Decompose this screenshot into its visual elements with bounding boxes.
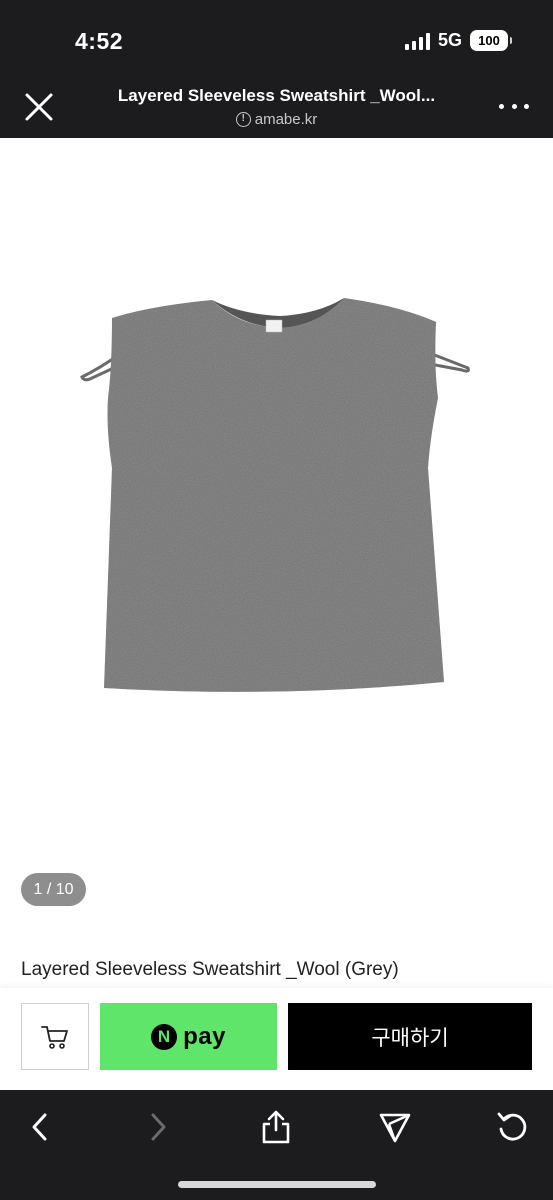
product-image[interactable]: [0, 138, 553, 928]
close-button[interactable]: [20, 88, 58, 126]
page-title: Layered Sleeveless Sweatshirt _Wool...: [117, 86, 436, 105]
home-indicator[interactable]: [178, 1181, 376, 1188]
back-button[interactable]: [20, 1107, 60, 1147]
npay-button[interactable]: N pay: [100, 1003, 277, 1070]
network-type: 5G: [437, 30, 462, 50]
cart-button[interactable]: [21, 1003, 89, 1070]
signal-icon: [404, 32, 430, 50]
product-name: Layered Sleeveless Sweatshirt _Wool (Gre…: [21, 959, 399, 980]
share-button[interactable]: [256, 1107, 296, 1147]
battery-icon: 100: [470, 30, 512, 51]
page-domain: ! amabe.kr: [85, 111, 468, 128]
top-bar: 4:52 5G 100 Layered Sleeveless Sweatshir…: [0, 0, 553, 138]
purchase-bar: N pay 구매하기: [0, 988, 553, 1090]
cart-icon: [41, 1025, 68, 1049]
more-icon: [499, 103, 504, 109]
share-icon: [262, 1110, 290, 1144]
send-button[interactable]: [375, 1107, 415, 1147]
purchase-button[interactable]: 구매하기: [288, 1003, 532, 1070]
close-icon: [25, 93, 53, 121]
forward-icon: [151, 1113, 166, 1141]
back-icon: [32, 1113, 47, 1141]
send-icon: [379, 1113, 411, 1143]
status-indicators: 5G 100: [404, 30, 512, 51]
more-button[interactable]: [499, 96, 529, 116]
refresh-icon: [497, 1112, 527, 1141]
npay-label: pay: [183, 1022, 226, 1050]
npay-logo: N: [151, 1023, 178, 1050]
domain-text: amabe.kr: [254, 111, 318, 128]
forward-button[interactable]: [138, 1107, 178, 1147]
info-icon: !: [235, 112, 251, 127]
image-counter: 1 / 10: [21, 873, 86, 906]
sweatshirt-image: [80, 298, 470, 692]
battery-level: 100: [478, 33, 500, 48]
refresh-button[interactable]: [493, 1107, 533, 1147]
status-time: 4:52: [75, 28, 124, 54]
